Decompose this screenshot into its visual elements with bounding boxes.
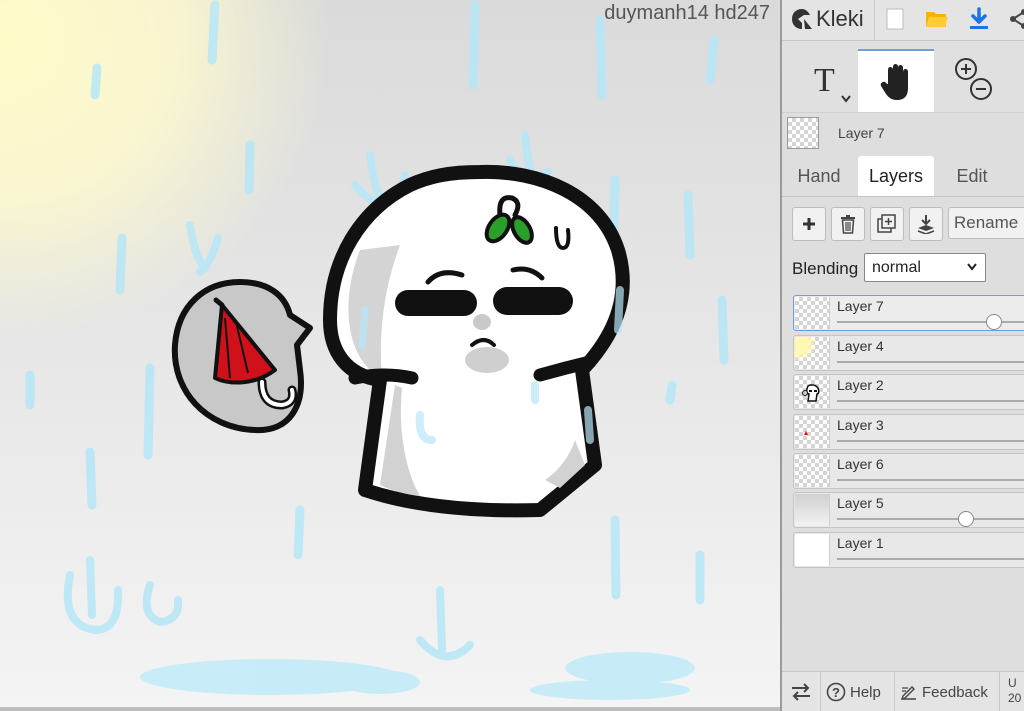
zoom-icon: [955, 58, 992, 100]
chevron-down-icon[interactable]: [840, 94, 852, 104]
blending-select[interactable]: normal: [864, 253, 986, 282]
layer-thumbnail: [795, 337, 830, 369]
blending-label: Blending: [792, 259, 859, 278]
share-icon: [1010, 9, 1024, 29]
layer-thumbnail: [795, 297, 830, 329]
layer-item-6[interactable]: Layer 6: [793, 453, 1024, 489]
feedback-label: Feedback: [922, 683, 988, 701]
logo-text: Kleki: [816, 6, 864, 31]
layer-item-3[interactable]: Layer 3: [793, 414, 1024, 450]
tool-selector-row: T: [782, 41, 1024, 113]
layer-opacity-slider[interactable]: [837, 400, 1024, 402]
layer-opacity-slider[interactable]: [837, 558, 1024, 560]
layer-name: Layer 2: [837, 377, 884, 393]
canvas-bottom-border: [0, 707, 780, 711]
tool-panel: Kleki T Layer 7 Hand Layers Edit Rename …: [782, 0, 1024, 711]
download-button[interactable]: [964, 4, 994, 34]
svg-text:?: ?: [832, 685, 840, 700]
kleki-logo-icon: [792, 9, 812, 29]
text-tool-button[interactable]: T: [790, 49, 856, 111]
tab-hand[interactable]: Hand: [788, 156, 850, 196]
layer-item-1[interactable]: Layer 1: [793, 532, 1024, 568]
footer-separator: [820, 672, 821, 711]
layer-thumbnail-drawing: [802, 384, 820, 402]
new-image-icon: [886, 8, 904, 30]
tab-edit[interactable]: Edit: [942, 156, 1002, 196]
panel-tabs: Hand Layers Edit: [782, 154, 1024, 197]
layer-name: Layer 4: [837, 338, 884, 354]
version-info: U 20: [1008, 676, 1021, 706]
tab-layers[interactable]: Layers: [858, 156, 934, 196]
layer-name: Layer 7: [837, 298, 884, 314]
current-layer-indicator: Layer 7: [782, 112, 1024, 155]
swap-arrows-icon: [792, 683, 810, 701]
layer-name: Layer 6: [837, 456, 884, 472]
layer-name: Layer 5: [837, 495, 884, 511]
layer-name: Layer 3: [837, 417, 884, 433]
swap-side-button[interactable]: [790, 672, 812, 711]
kleki-logo[interactable]: Kleki: [790, 4, 864, 34]
feedback-icon: [900, 686, 916, 701]
canvas-artwork: [0, 0, 780, 711]
layer-item-5[interactable]: Layer 5: [793, 492, 1024, 528]
layer-opacity-knob[interactable]: [986, 314, 1002, 330]
layer-opacity-slider[interactable]: [837, 479, 1024, 481]
toolbar-separator: [874, 0, 875, 40]
help-label: Help: [850, 683, 881, 701]
share-button[interactable]: [1004, 4, 1024, 34]
character: [323, 164, 630, 518]
layer-item-4[interactable]: Layer 4: [793, 335, 1024, 371]
svg-text:T: T: [814, 62, 835, 99]
layer-item-2[interactable]: Layer 2: [793, 374, 1024, 410]
current-layer-label: Layer 7: [838, 125, 885, 141]
feedback-button[interactable]: Feedback: [900, 672, 988, 711]
merge-layer-button[interactable]: [909, 207, 943, 241]
layer-opacity-slider[interactable]: [837, 361, 1024, 363]
footer-separator: [894, 672, 895, 711]
new-image-button[interactable]: [880, 4, 910, 34]
rename-layer-button[interactable]: Rename: [948, 207, 1024, 239]
top-toolbar: Kleki: [782, 0, 1024, 41]
version-text-top: U: [1008, 676, 1017, 690]
hand-icon: [880, 64, 908, 100]
layer-thumbnail: [795, 534, 830, 566]
hand-tool-button[interactable]: [858, 49, 934, 113]
layer-thumbnail-drawing: [804, 431, 808, 435]
plus-icon: [803, 218, 815, 230]
layer-opacity-slider[interactable]: [837, 440, 1024, 442]
download-icon: [970, 7, 988, 29]
zoom-tool-button[interactable]: [938, 49, 1008, 111]
merge-down-icon: [917, 215, 935, 234]
add-layer-button[interactable]: [792, 207, 826, 241]
artist-watermark: duymanh14 hd247: [604, 2, 770, 24]
open-file-button[interactable]: [922, 4, 952, 34]
layer-opacity-knob[interactable]: [958, 511, 974, 527]
delete-layer-button[interactable]: [831, 207, 865, 241]
current-layer-thumbnail: [787, 117, 819, 149]
help-button[interactable]: ? Help: [826, 672, 881, 711]
layer-thumbnail: [795, 416, 830, 448]
chevron-down-icon: [967, 263, 977, 271]
duplicate-icon: [877, 214, 896, 233]
layer-name: Layer 1: [837, 535, 884, 551]
help-icon: ?: [826, 682, 846, 702]
trash-icon: [841, 215, 855, 234]
layer-thumbnail: [795, 455, 830, 487]
layer-item-7[interactable]: Layer 7: [793, 295, 1024, 331]
open-folder-icon: [926, 12, 948, 27]
version-text-bottom: 20: [1008, 691, 1022, 705]
footer-separator: [999, 672, 1000, 711]
panel-footer: ? Help Feedback U 20: [782, 671, 1024, 711]
blending-value: normal: [872, 259, 921, 276]
duplicate-layer-button[interactable]: [870, 207, 904, 241]
layer-thumbnail: [795, 494, 830, 526]
layer-opacity-slider[interactable]: [837, 518, 1024, 520]
drawing-canvas[interactable]: duymanh14 hd247: [0, 0, 780, 711]
